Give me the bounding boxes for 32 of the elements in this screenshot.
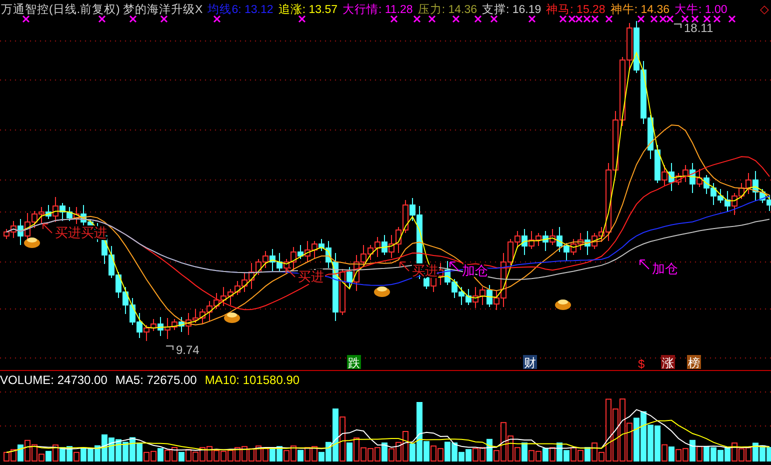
- diamond-marker: ◇: [760, 3, 770, 16]
- ingot-icon: [224, 312, 240, 323]
- volume-reading: VOLUME: 24730.00: [0, 372, 108, 386]
- ingot-icon: [24, 238, 40, 248]
- volume-reading: MA5: 72675.00: [115, 372, 197, 386]
- ingot-icon: [374, 286, 390, 297]
- indicator-reading: 神马: 15.28: [546, 2, 606, 16]
- signal-badge: 涨: [661, 355, 675, 370]
- leader-line: [674, 24, 682, 28]
- price-label: 18.11: [684, 21, 714, 35]
- indicator-reading: 压力: 14.36: [418, 2, 477, 16]
- price-label: 9.74: [176, 343, 200, 357]
- indicator-reading: 追涨: 13.57: [278, 2, 338, 16]
- indicator-reading: 大行情: 11.28: [342, 2, 413, 16]
- ingot-icon: [555, 300, 571, 310]
- chart-annotation: 加仓: [652, 261, 678, 276]
- indicator-reading: 支撑: 16.19: [482, 2, 542, 16]
- indicator-reading: 大牛: 1.00: [674, 2, 728, 16]
- arrow-icon: [400, 262, 410, 272]
- arrow-icon: [286, 268, 296, 278]
- arrow-icon: [42, 224, 52, 234]
- arrow-icon: [640, 260, 650, 270]
- indicator-reading: 均线6: 13.12: [208, 2, 274, 16]
- arrow-icon: [450, 262, 460, 272]
- volume-reading: MA10: 101580.90: [204, 372, 300, 386]
- signal-badge: 跌: [347, 355, 361, 370]
- indicator-reading: 神牛: 14.36: [610, 2, 670, 16]
- leader-line: [166, 346, 174, 350]
- signal-mark: $: [638, 357, 645, 371]
- signal-badge: 榜: [687, 355, 701, 370]
- signal-badge: 财: [523, 355, 537, 370]
- chart-title: 万通智控(日线.前复权) 梦的海洋升级X: [1, 2, 203, 16]
